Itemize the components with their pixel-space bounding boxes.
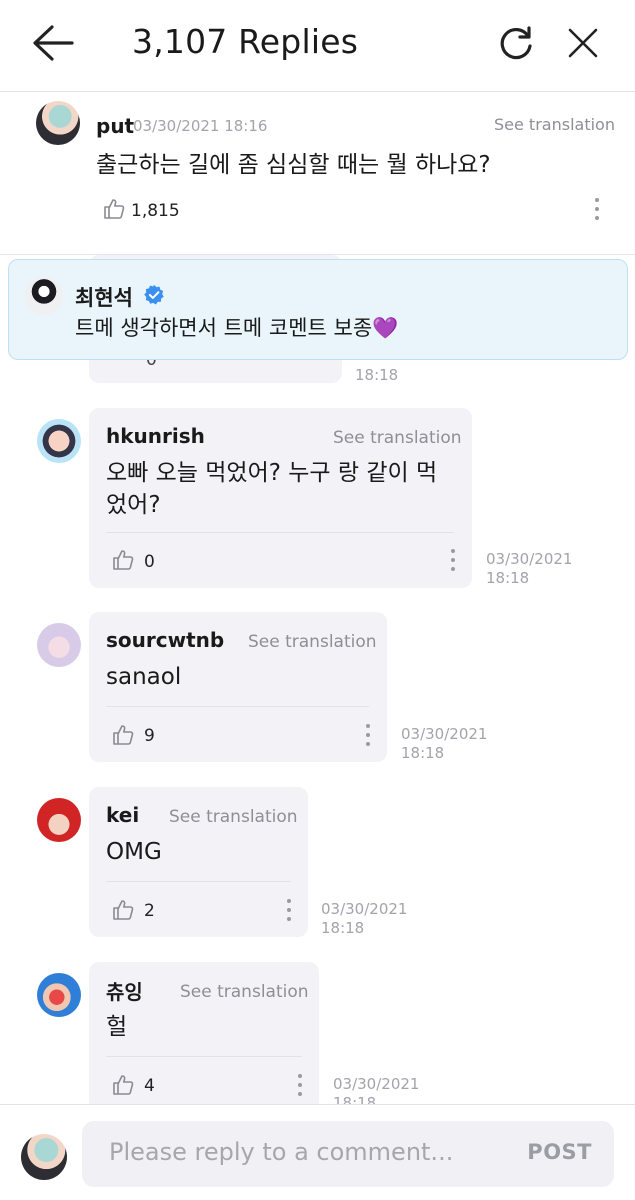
reply-date: 03/30/2021 [486,550,573,568]
reply-bubble: hkunrish See translation 오빠 오늘 먹었어? 누구 랑… [89,408,472,588]
like-icon[interactable] [111,898,135,922]
like-count: 1,815 [131,201,180,221]
avatar[interactable] [37,973,81,1017]
like-icon[interactable] [111,723,135,747]
avatar[interactable] [37,623,81,667]
reply-input[interactable]: Please reply to a comment... POST [82,1121,614,1187]
reply-input-placeholder: Please reply to a comment... [109,1138,454,1166]
avatar[interactable] [36,101,80,145]
reply-username[interactable]: sourcwtnb [106,628,224,652]
reply-bubble: 츄잉 See translation 헐 4 [89,962,319,1112]
post-button[interactable]: POST [527,1140,592,1164]
like-icon[interactable] [111,1073,135,1097]
comment-text: 출근하는 길에 좀 심심할 때는 뭘 하나요? [96,152,491,178]
comment-timestamp: 03/30/2021 18:16 [133,117,268,135]
reply-username[interactable]: 츄잉 [106,976,143,1005]
back-arrow-icon[interactable] [30,22,76,64]
more-options-icon[interactable] [297,1073,303,1097]
see-translation-link[interactable]: See translation [169,807,298,827]
avatar[interactable] [25,277,63,315]
page-title: 3,107 Replies [132,22,359,61]
reply-username[interactable]: kei [106,803,139,827]
close-icon[interactable] [566,26,600,60]
reply-bar: Please reply to a comment... POST [0,1104,635,1200]
reply-time: 18:18 [401,744,445,762]
divider [106,706,369,707]
divider [106,532,454,533]
see-translation-link[interactable]: See translation [248,632,377,652]
avatar [21,1134,67,1180]
pinned-username[interactable]: 최현석 [75,282,133,312]
reply-text: OMG [106,839,162,865]
see-translation-link[interactable]: See translation [494,115,615,134]
reply-text: 헐 [106,1014,128,1040]
reply-text-cont: 었어? [106,492,161,518]
more-options-icon[interactable] [365,723,371,747]
reply-time: 18:18 [486,569,530,587]
divider [106,881,291,882]
like-icon[interactable] [102,197,126,221]
more-options-icon[interactable] [594,197,600,221]
like-count: 9 [144,726,155,746]
more-options-icon[interactable] [286,898,292,922]
pinned-comment-banner[interactable]: 최현석 트메 생각하면서 트메 코멘트 보종💜 [8,259,628,360]
reply-text: sanaol [106,664,182,690]
see-translation-link[interactable]: See translation [180,982,309,1002]
reply-bubble: sourcwtnb See translation sanaol 9 [89,612,387,762]
like-count: 4 [144,1076,155,1096]
comment-username[interactable]: put [96,114,134,138]
top-bar: 3,107 Replies [0,0,635,92]
divider [106,1056,302,1057]
like-count: 0 [144,552,155,572]
pinned-text: 트메 생각하면서 트메 코멘트 보종💜 [75,316,399,340]
verified-badge-icon [144,284,164,305]
like-icon[interactable] [111,548,135,572]
avatar[interactable] [37,798,81,842]
partial-timestamp: 18:18 [355,366,399,384]
reply-time: 18:18 [321,919,365,937]
reply-bubble: kei See translation OMG 2 [89,787,308,937]
parent-comment: put 03/30/2021 18:16 See translation 출근하… [0,93,635,255]
like-count: 2 [144,901,155,921]
reply-date: 03/30/2021 [321,900,408,918]
see-translation-link[interactable]: See translation [333,428,462,448]
avatar[interactable] [37,419,81,463]
refresh-icon[interactable] [496,24,536,64]
reply-text: 오빠 오늘 먹었어? 누구 랑 같이 먹 [106,460,438,486]
reply-date: 03/30/2021 [333,1075,420,1093]
more-options-icon[interactable] [450,548,456,572]
reply-username[interactable]: hkunrish [106,424,205,448]
reply-date: 03/30/2021 [401,725,488,743]
